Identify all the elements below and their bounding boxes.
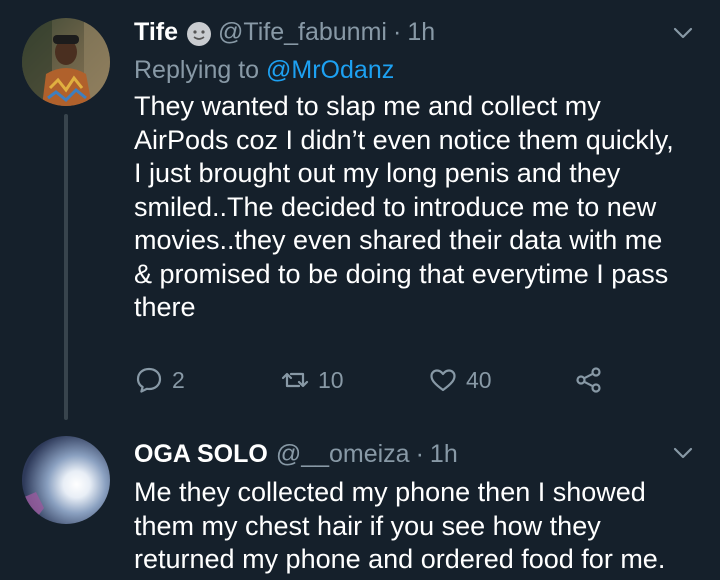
chevron-down-icon[interactable]	[672, 22, 694, 44]
tweet-text: Me they collected my phone then I showed…	[134, 476, 714, 577]
like-count: 40	[466, 366, 492, 393]
tweet-content: OGA SOLO @__omeiza · 1h Me they collecte…	[134, 434, 680, 577]
tweet-text-line: & promised to be doing that everytime I …	[134, 258, 669, 289]
replying-to-label: Replying to	[134, 56, 260, 84]
like-button[interactable]: 40	[428, 365, 574, 395]
tweet-header: Tife @Tife_fabunmi · 1h	[134, 12, 680, 52]
tweet-text-line: AirPods coz I didn’t even notice them qu…	[134, 124, 674, 155]
display-name[interactable]: Tife	[134, 12, 178, 52]
retweet-button[interactable]: 10	[280, 365, 428, 395]
tweet-text-line: smiled..The decided to introduce me to n…	[134, 191, 657, 222]
user-handle[interactable]: @__omeiza	[276, 434, 410, 474]
replying-to-handle[interactable]: @MrOdanz	[266, 56, 394, 84]
tweet-text-line: Me they collected my phone then I showed	[134, 477, 646, 507]
tweet-text-line: They wanted to slap me and collect my	[134, 91, 601, 121]
tweet-content: Tife @Tife_fabunmi · 1h Replying to @MrO…	[134, 12, 680, 325]
tweet-timestamp[interactable]: 1h	[430, 434, 458, 474]
tweet-actions: 2 10 40	[134, 360, 604, 400]
tweet-tife[interactable]: Tife @Tife_fabunmi · 1h Replying to @MrO…	[0, 0, 720, 420]
reply-count: 2	[172, 366, 185, 393]
tweet-oga-solo[interactable]: OGA SOLO @__omeiza · 1h Me they collecte…	[0, 420, 720, 580]
chevron-down-icon[interactable]	[672, 442, 694, 464]
share-button[interactable]	[574, 365, 604, 395]
reply-icon	[136, 367, 162, 393]
tweet-text-line: movies..they even shared their data with…	[134, 225, 663, 255]
separator-dot: ·	[415, 440, 424, 468]
tweet-text-line: returned my phone and ordered food for m…	[134, 544, 666, 574]
user-handle[interactable]: @Tife_fabunmi	[218, 12, 387, 52]
retweet-count: 10	[318, 366, 344, 393]
display-name[interactable]: OGA SOLO	[134, 434, 268, 474]
avatar-tife[interactable]	[22, 18, 110, 106]
tweet-text: They wanted to slap me and collect my Ai…	[134, 90, 694, 325]
tweet-text-line: there	[134, 292, 196, 322]
tweet-header: OGA SOLO @__omeiza · 1h	[134, 434, 680, 474]
tweet-timestamp[interactable]: 1h	[407, 12, 435, 52]
share-icon	[576, 367, 601, 393]
avatar-oga-solo[interactable]	[22, 436, 110, 524]
separator-dot: ·	[392, 18, 402, 46]
thread-connector-line	[64, 114, 68, 420]
replying-to: Replying to @MrOdanz	[134, 52, 680, 88]
smiley-emoji-icon	[186, 19, 212, 46]
reply-button[interactable]: 2	[134, 365, 280, 395]
tweet-thread: Tife @Tife_fabunmi · 1h Replying to @MrO…	[0, 0, 720, 580]
tweet-text-line: I just brought out my long penis and the…	[134, 158, 621, 188]
retweet-icon	[281, 372, 309, 388]
heart-icon	[430, 369, 456, 392]
tweet-text-line: them my chest hair if you see how they	[134, 510, 601, 541]
